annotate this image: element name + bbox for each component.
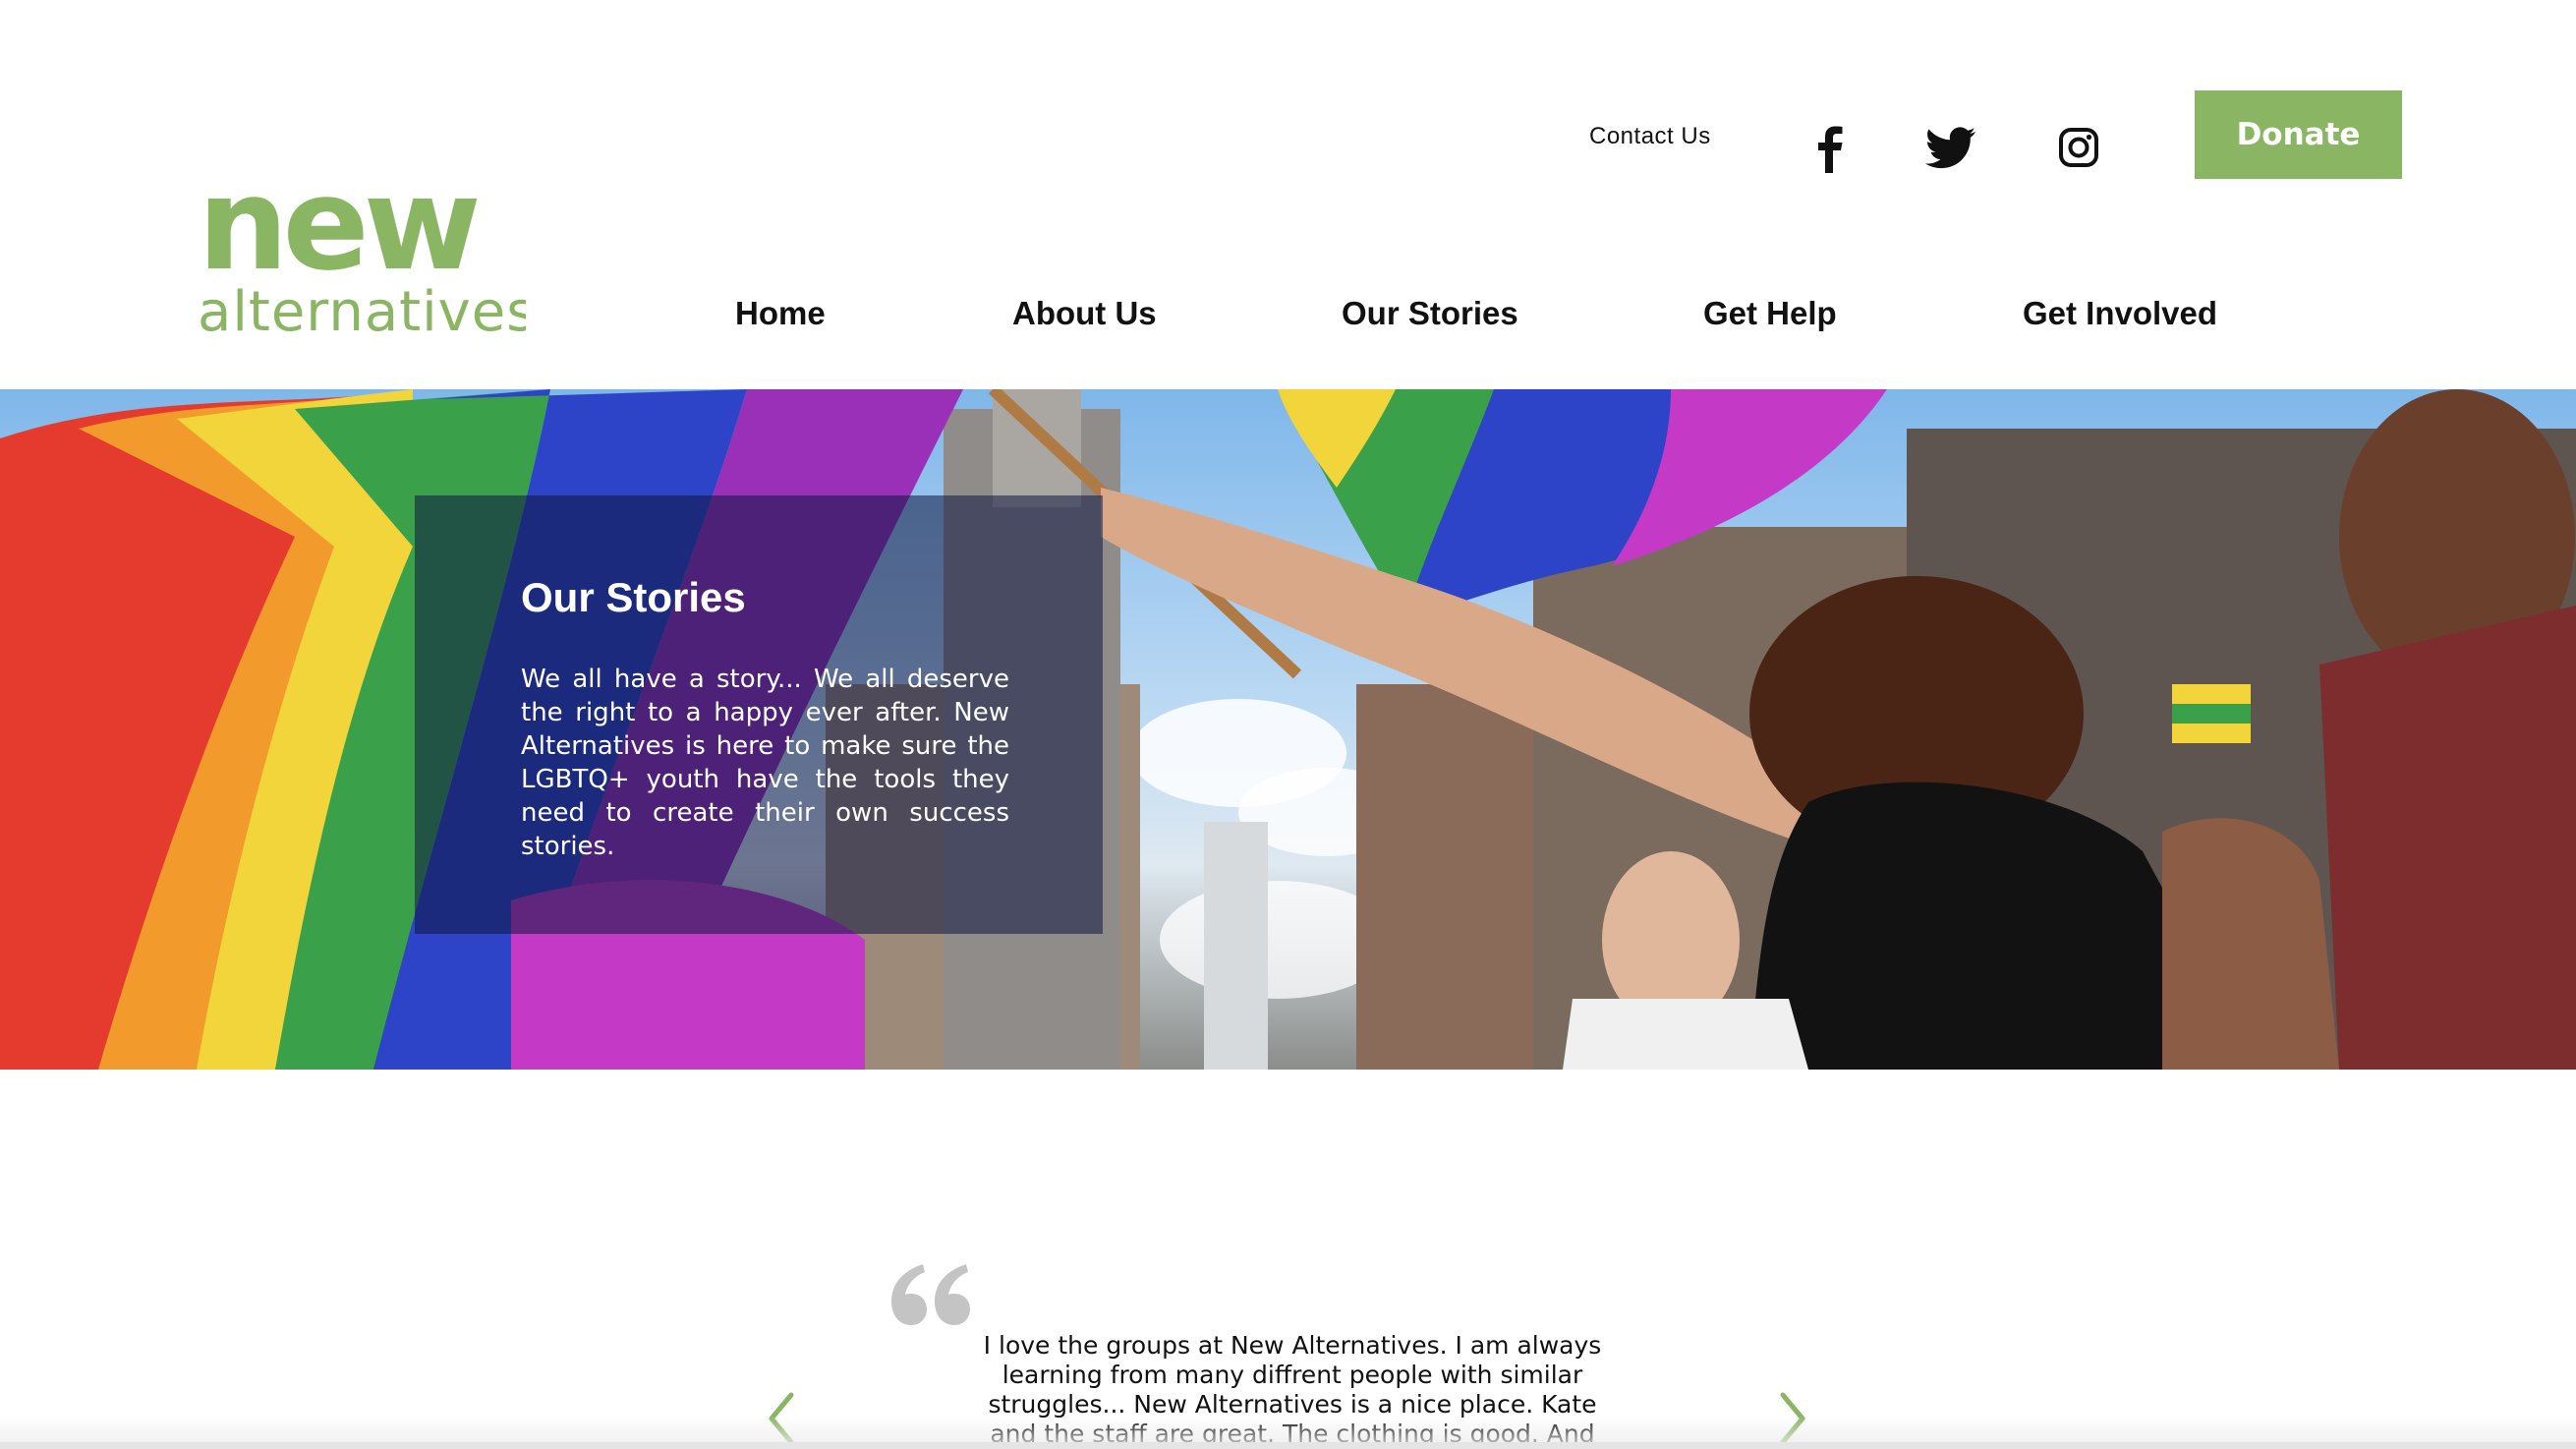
twitter-icon[interactable] (1922, 118, 1981, 177)
donate-button[interactable]: Donate (2195, 90, 2402, 179)
hero-text: We all have a story... We all deserve th… (521, 665, 1009, 861)
facebook-icon[interactable] (1801, 118, 1860, 177)
instagram-icon[interactable] (2049, 118, 2108, 177)
svg-text:new: new (198, 167, 478, 299)
page-bottom-edge (0, 1442, 2576, 1449)
site-header: new alternatives Contact Us Donate Home … (0, 0, 2576, 389)
contact-us-link[interactable]: Contact Us (1589, 123, 1711, 150)
main-nav: Home About Us Our Stories Get Help Get I… (0, 295, 2576, 344)
hero-title: Our Stories (521, 574, 746, 620)
hero-banner: Our Stories We all have a story... We al… (0, 389, 2576, 1070)
nav-item-our-stories[interactable]: Our Stories (1342, 295, 1518, 332)
hero-card: Our Stories We all have a story... We al… (415, 495, 1103, 934)
nav-item-get-involved[interactable]: Get Involved (2023, 295, 2217, 332)
nav-item-about-us[interactable]: About Us (1012, 295, 1157, 332)
nav-item-get-help[interactable]: Get Help (1703, 295, 1837, 332)
nav-item-home[interactable]: Home (735, 295, 826, 332)
pride-parade-photo (0, 389, 2576, 1070)
quote-icon (887, 1260, 970, 1329)
